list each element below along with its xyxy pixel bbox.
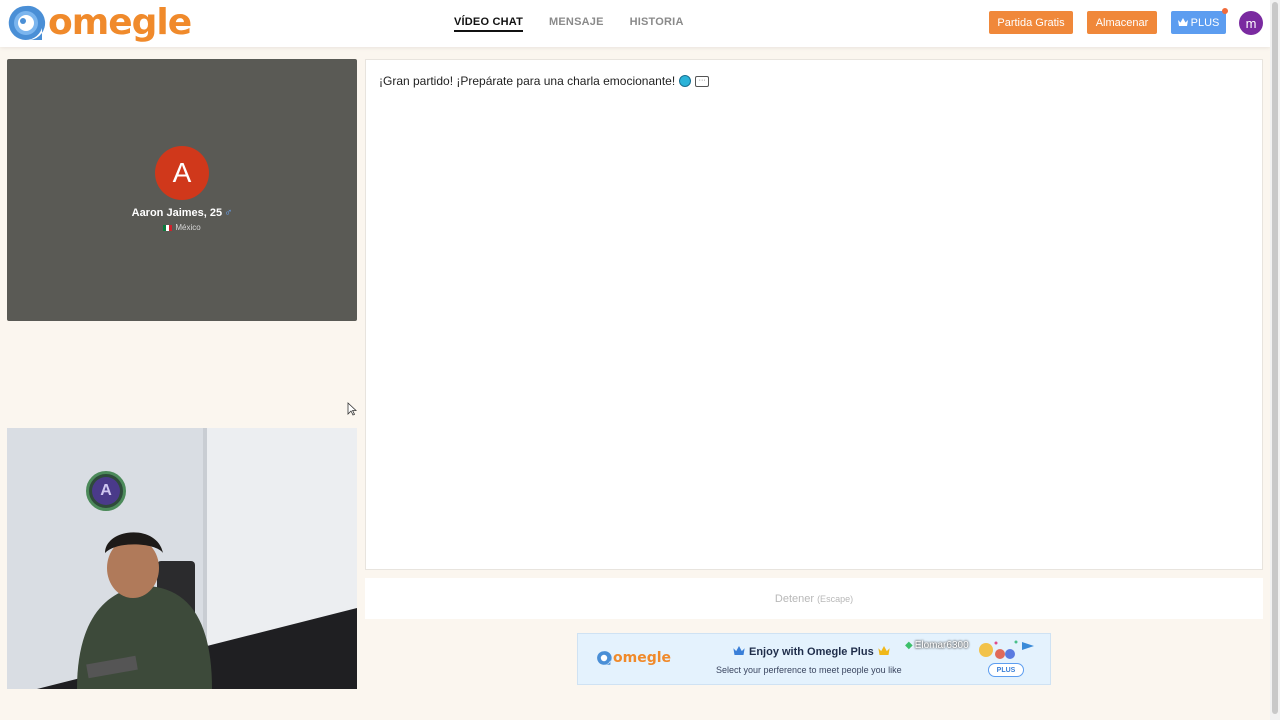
store-button[interactable]: Almacenar: [1087, 11, 1157, 34]
chat-panel: ¡Gran partido! ¡Prepárate para una charl…: [365, 59, 1263, 570]
logo-text: omegle: [48, 2, 192, 43]
banner-logo-text: omegle: [613, 650, 672, 666]
omegle-plus-banner[interactable]: omegle Enjoy with Omegle Plus Select you…: [577, 633, 1051, 685]
crown-icon: [733, 646, 745, 658]
crown-icon: [1177, 17, 1188, 29]
banner-subtitle: Select your perference to meet people yo…: [716, 665, 902, 675]
crown-icon: [878, 646, 890, 658]
stranger-country: México: [175, 223, 201, 232]
camera-badge: A: [86, 471, 126, 511]
self-camera-view: A: [7, 428, 357, 689]
male-icon: ♂: [224, 207, 233, 219]
omegle-logo[interactable]: omegle: [6, 2, 192, 43]
banner-plus-badge: PLUS: [988, 663, 1024, 677]
mexico-flag-icon: [163, 224, 173, 231]
top-header: omegle VÍDEO CHAT MENSAJE HISTORIA Parti…: [0, 0, 1270, 47]
banner-characters-icon: [979, 640, 1034, 659]
stop-button[interactable]: Detener (Escape): [365, 578, 1263, 619]
stranger-info: Aaron Jaimes, 25 ♂: [7, 207, 357, 219]
stop-label: Detener: [774, 592, 815, 605]
main-nav: VÍDEO CHAT MENSAJE HISTORIA: [454, 16, 684, 32]
banner-user-tag: ◆ Elomar6300: [905, 640, 969, 651]
page-scrollbar[interactable]: [1270, 0, 1280, 720]
chat-bubble-icon: ···: [695, 75, 710, 87]
camera-badge-letter: A: [92, 477, 120, 505]
user-avatar[interactable]: m: [1239, 11, 1263, 35]
banner-username: Elomar6300: [914, 640, 969, 651]
free-match-button[interactable]: Partida Gratis: [989, 11, 1073, 34]
stranger-video-panel: A Aaron Jaimes, 25 ♂ México: [7, 59, 357, 321]
chat-system-message: ¡Gran partido! ¡Prepárate para una charl…: [379, 74, 710, 88]
nav-message[interactable]: MENSAJE: [549, 16, 604, 32]
stranger-name: Aaron Jaimes, 25: [131, 207, 223, 219]
stop-key-hint: (Escape): [817, 593, 854, 604]
camera-feed-image: [7, 428, 357, 689]
scrollbar-thumb[interactable]: [1272, 2, 1278, 714]
logo-mark-icon: [6, 3, 46, 43]
banner-logo-icon: [597, 651, 612, 665]
notification-dot: [1222, 8, 1228, 14]
plus-button-label: PLUS: [1190, 16, 1220, 29]
banner-logo: omegle: [596, 650, 671, 666]
nav-video-chat[interactable]: VÍDEO CHAT: [454, 16, 524, 32]
gem-icon: ◆: [905, 640, 913, 651]
banner-title-text: Enjoy with Omegle Plus: [749, 646, 874, 658]
nav-history[interactable]: HISTORIA: [630, 16, 684, 32]
stranger-avatar: A: [155, 146, 209, 200]
plus-button[interactable]: PLUS: [1171, 8, 1228, 34]
banner-title: Enjoy with Omegle Plus: [733, 646, 890, 658]
stranger-location: México: [7, 223, 357, 232]
globe-icon: [679, 75, 692, 87]
mouse-cursor-icon: [347, 402, 357, 416]
chat-message-text: ¡Gran partido! ¡Prepárate para una charl…: [379, 74, 676, 88]
